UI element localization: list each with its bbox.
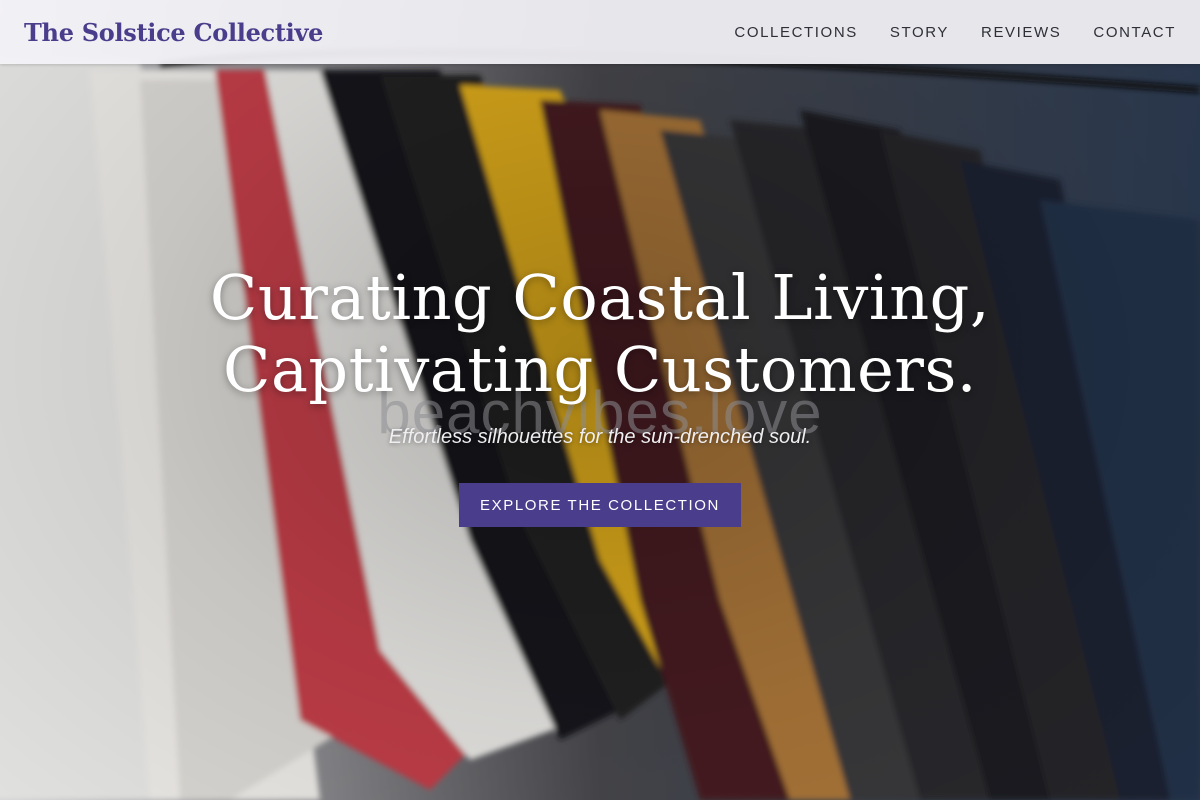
main-nav: COLLECTIONS STORY REVIEWS CONTACT — [734, 24, 1176, 41]
site-header: The Solstice Collective COLLECTIONS STOR… — [0, 0, 1200, 64]
hero-title: Curating Coastal Living, Captivating Cus… — [0, 262, 1200, 406]
explore-collection-button[interactable]: EXPLORE THE COLLECTION — [459, 483, 741, 527]
nav-link-reviews[interactable]: REVIEWS — [981, 24, 1061, 41]
brand-logo-link[interactable]: The Solstice Collective — [24, 18, 323, 47]
nav-link-contact[interactable]: CONTACT — [1093, 24, 1176, 41]
landing-page: The Solstice Collective COLLECTIONS STOR… — [0, 0, 1200, 800]
hero-tagline: Effortless silhouettes for the sun-drenc… — [388, 426, 812, 448]
hero-title-line-2: Captivating Customers. — [223, 333, 977, 406]
hero-section: Curating Coastal Living, Captivating Cus… — [0, 262, 1200, 527]
nav-link-collections[interactable]: COLLECTIONS — [734, 24, 857, 41]
nav-link-story[interactable]: STORY — [890, 24, 949, 41]
hero-title-line-1: Curating Coastal Living, — [209, 261, 991, 334]
